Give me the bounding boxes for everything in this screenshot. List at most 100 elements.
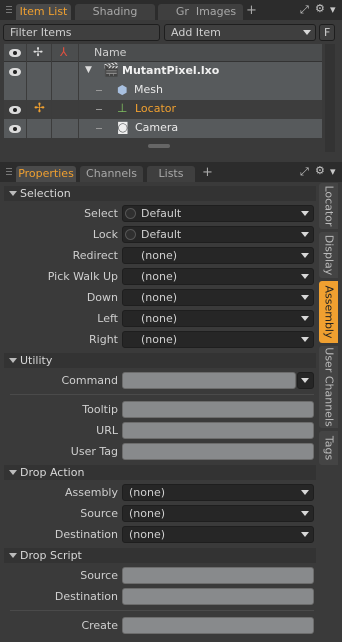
expand-triangle-icon[interactable]: ▼ — [85, 65, 92, 75]
down-label: Down — [86, 291, 118, 304]
side-tab-locator[interactable]: Locator — [319, 183, 338, 229]
properties-tab-bar: Properties Channels Lists + ⤢ ⚙ ▾ — [0, 162, 342, 182]
create-label: Create — [81, 619, 118, 632]
visibility-column[interactable] — [4, 44, 27, 62]
destination-dropdown[interactable]: (none) — [122, 526, 314, 543]
collapse-triangle-icon — [9, 470, 17, 475]
side-tab-label: Assembly — [322, 285, 335, 339]
chevron-down-icon — [301, 378, 309, 383]
tab-properties[interactable]: Properties — [16, 166, 76, 182]
toggle-circle-icon[interactable] — [125, 229, 136, 240]
chevron-down-icon — [301, 232, 309, 237]
section-drop-script[interactable]: Drop Script — [4, 548, 316, 563]
pick-walk-up-dropdown[interactable]: (none) — [122, 268, 314, 285]
add-item-dropdown[interactable]: Add Item — [164, 24, 316, 41]
toggle-circle-icon[interactable] — [125, 208, 136, 219]
name-column-header[interactable]: Name — [94, 46, 126, 59]
divider — [10, 610, 314, 611]
right-dropdown[interactable]: (none) — [122, 331, 314, 348]
add-item-label: Add Item — [171, 26, 221, 39]
axis-column[interactable]: ⅄ — [52, 44, 79, 62]
divider — [10, 394, 314, 395]
eye-icon[interactable] — [9, 106, 21, 114]
side-tab-label: User Channels — [322, 347, 335, 427]
side-tab-user-channels[interactable]: User Channels — [319, 346, 338, 428]
maximize-icon[interactable]: ⤢ — [300, 4, 309, 16]
select-label: Select — [84, 207, 118, 220]
side-tab-tags[interactable]: Tags — [319, 431, 338, 465]
redirect-dropdown[interactable]: (none) — [122, 247, 314, 264]
filter-items-input[interactable]: Filter Items — [3, 24, 160, 41]
lock-cross-icon[interactable]: ✢ — [34, 101, 45, 116]
dropdown-arrow-icon[interactable]: ▾ — [330, 166, 336, 178]
dropdown-arrow-icon[interactable]: ▾ — [330, 4, 336, 16]
gear-icon[interactable]: ⚙ — [315, 3, 325, 15]
down-dropdown[interactable]: (none) — [122, 289, 314, 306]
redirect-value: (none) — [141, 249, 178, 262]
tab-item-list[interactable]: Item List — [16, 4, 71, 20]
tree-branch-line — [96, 90, 102, 91]
list-empty-area — [4, 138, 322, 152]
side-tab-label: Display — [322, 234, 335, 276]
chevron-down-icon — [301, 532, 309, 537]
command-dropdown-button[interactable] — [297, 372, 314, 389]
user-tag-field[interactable] — [122, 443, 314, 460]
eye-icon[interactable] — [9, 125, 21, 133]
tab-shading[interactable]: Shading — [75, 4, 155, 20]
tab-images[interactable]: Images — [189, 4, 243, 20]
section-selection[interactable]: Selection — [4, 186, 316, 201]
script-source-label: Source — [80, 569, 118, 582]
add-tab-icon[interactable]: + — [246, 4, 257, 18]
assembly-dropdown[interactable]: (none) — [122, 484, 314, 501]
create-field[interactable] — [122, 617, 314, 634]
item-name: MutantPixel.lxo — [122, 64, 220, 77]
list-item[interactable]: ✢ ⊥ Locator — [4, 100, 322, 119]
list-item[interactable]: ◙ Camera — [4, 119, 322, 138]
vertical-scrollbar[interactable] — [325, 44, 335, 152]
destination-label: Destination — [54, 528, 118, 541]
eye-icon[interactable] — [9, 68, 21, 76]
collapse-triangle-icon — [9, 191, 17, 196]
lock-column[interactable]: ✢ — [27, 44, 52, 62]
script-destination-field[interactable] — [122, 588, 314, 605]
command-field[interactable] — [122, 372, 296, 389]
collapse-triangle-icon — [9, 553, 17, 558]
locator-icon: ⊥ — [117, 101, 128, 115]
left-dropdown[interactable]: (none) — [122, 310, 314, 327]
tab-lists[interactable]: Lists — [147, 166, 195, 182]
list-item[interactable]: ▼ 🎬 MutantPixel.lxo — [4, 62, 322, 81]
add-tab-icon[interactable]: + — [202, 166, 213, 180]
section-title: Drop Script — [20, 549, 82, 562]
side-tab-assembly[interactable]: Assembly — [319, 281, 338, 343]
lock-dropdown[interactable]: Default — [122, 226, 314, 243]
chevron-down-icon — [301, 295, 309, 300]
source-value: (none) — [129, 507, 166, 520]
panel-grip-icon[interactable] — [6, 168, 12, 176]
chevron-down-icon — [301, 316, 309, 321]
tab-channels[interactable]: Channels — [80, 166, 143, 182]
horizontal-scrollbar[interactable] — [148, 144, 170, 148]
axis-icon: ⅄ — [60, 45, 68, 59]
url-field[interactable] — [122, 422, 314, 439]
tree-branch-line — [96, 128, 102, 129]
down-value: (none) — [141, 291, 178, 304]
maximize-icon[interactable]: ⤢ — [300, 166, 309, 178]
chevron-down-icon — [301, 253, 309, 258]
list-item[interactable]: ⬢ Mesh — [4, 81, 322, 100]
left-label: Left — [97, 312, 118, 325]
section-title: Utility — [20, 354, 53, 367]
section-utility[interactable]: Utility — [4, 353, 316, 368]
tooltip-field[interactable] — [122, 401, 314, 418]
panel-grip-icon[interactable] — [6, 6, 12, 14]
item-name: Mesh — [134, 83, 163, 96]
gear-icon[interactable]: ⚙ — [315, 165, 325, 177]
source-dropdown[interactable]: (none) — [122, 505, 314, 522]
script-source-field[interactable] — [122, 567, 314, 584]
side-tab-display[interactable]: Display — [319, 232, 338, 278]
pick-walk-up-value: (none) — [141, 270, 178, 283]
f-button[interactable]: F — [319, 24, 335, 41]
top-tab-bar: Item List Shading Groups Images + ⤢ ⚙ ▾ — [0, 0, 342, 20]
section-drop-action[interactable]: Drop Action — [4, 465, 316, 480]
assembly-label: Assembly — [64, 486, 118, 499]
select-dropdown[interactable]: Default — [122, 205, 314, 222]
